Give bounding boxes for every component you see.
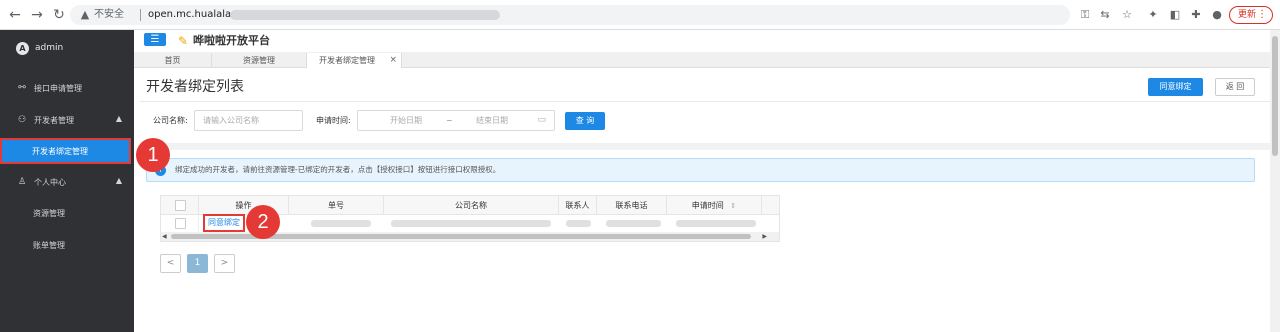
puzzle-icon[interactable]: ✚ — [1189, 8, 1203, 22]
sidebar-item-label: 开发者管理 — [34, 115, 74, 125]
page-number-button[interactable]: 1 — [187, 254, 208, 273]
next-page-button[interactable]: > — [214, 254, 235, 273]
logo-icon: ✎ — [178, 34, 189, 48]
page-title: 开发者绑定列表 — [146, 79, 244, 95]
company-input[interactable]: 请输入公司名称 — [194, 110, 303, 131]
column-header-sortable[interactable]: 申请时间 ⇕ — [667, 196, 762, 215]
user-menu[interactable]: A admin — [16, 40, 63, 56]
chevron-up-icon: ▲ — [115, 176, 122, 185]
column-header-label: 申请时间 — [691, 201, 724, 210]
back-button[interactable]: 返 回 — [1215, 78, 1255, 96]
chevron-up-icon: ▲ — [115, 114, 122, 123]
notice-text: 绑定成功的开发者，请前往资源管理-已绑定的开发者，点击【授权接口】按钮进行接口权… — [175, 165, 501, 174]
sidebar-item-resources[interactable]: 资源管理 — [0, 202, 134, 224]
apply-time-label: 申请时间: — [316, 116, 351, 125]
redacted-cell — [391, 220, 551, 227]
row-checkbox[interactable] — [175, 218, 186, 229]
avatar: A — [16, 41, 29, 55]
calendar-icon: ▭ — [537, 115, 546, 125]
sidebar-item-developer-binding[interactable]: 开发者绑定管理 — [0, 138, 131, 164]
user-icon: ♙ — [17, 177, 27, 187]
username: admin — [35, 43, 64, 53]
range-separator: ~ — [446, 116, 453, 125]
end-date: 结束日期 — [476, 116, 508, 125]
sidebar-item-label: 接口申请管理 — [34, 83, 82, 93]
sidebar: A admin ⚯ 接口申请管理 ⚇ 开发者管理 ▲ 开发者绑定管理 ♙ 个人中… — [0, 30, 134, 332]
row-select-cell — [161, 215, 199, 232]
sidebar-item-label: 账单管理 — [33, 240, 65, 250]
scroll-thumb[interactable] — [1272, 36, 1278, 156]
info-notice: i 绑定成功的开发者，请前往资源管理-已绑定的开发者，点击【授权接口】按钮进行接… — [146, 158, 1255, 182]
tab-developer-binding[interactable]: 开发者绑定管理 × — [307, 53, 402, 68]
divider — [140, 143, 1270, 150]
sidebar-item-label: 资源管理 — [33, 208, 65, 218]
update-button[interactable]: 更新 ⋮ — [1229, 6, 1273, 24]
link-icon: ⚯ — [18, 83, 26, 93]
reload-icon[interactable]: ↻ — [50, 6, 68, 24]
platform-title: 哗啦啦开放平台 — [193, 34, 270, 47]
scroll-left-icon[interactable]: ◀ — [162, 232, 167, 241]
prev-page-button[interactable]: < — [160, 254, 181, 273]
divider — [140, 101, 1270, 102]
back-arrow-icon[interactable]: ← — [6, 6, 24, 24]
close-icon[interactable]: × — [389, 53, 397, 68]
tab-resources[interactable]: 资源管理 — [212, 53, 307, 68]
redacted-cell — [606, 220, 661, 227]
profile-icon[interactable]: ● — [1210, 8, 1224, 22]
extension-icon[interactable]: ◧ — [1168, 8, 1182, 22]
tab-label: 首页 — [164, 56, 181, 65]
url-separator — [140, 9, 141, 21]
redacted-cell — [566, 220, 591, 227]
redacted-cell — [676, 220, 756, 227]
update-label: 更新 — [1238, 10, 1257, 20]
sidebar-item-api-apply[interactable]: ⚯ 接口申请管理 — [0, 77, 134, 99]
query-button[interactable]: 查 询 — [565, 112, 605, 130]
company-label: 公司名称: — [153, 116, 188, 125]
date-range-picker[interactable]: 开始日期 ~ 结束日期 ▭ — [357, 110, 555, 131]
column-header: 联系人 — [559, 196, 597, 215]
sidebar-item-billing[interactable]: 账单管理 — [0, 234, 134, 256]
star-icon[interactable]: ☆ — [1120, 8, 1134, 22]
top-header: ☰ ✎ 哗啦啦开放平台 — [134, 30, 1274, 52]
scroll-right-icon[interactable]: ▶ — [762, 232, 767, 241]
select-all-cell — [161, 196, 199, 215]
forward-arrow-icon[interactable]: → — [28, 6, 46, 24]
insecure-label: 不安全 — [94, 9, 124, 20]
column-header: 单号 — [289, 196, 384, 215]
extension-icon[interactable]: ✦ — [1146, 8, 1160, 22]
translate-icon[interactable]: ⇆ — [1098, 8, 1112, 22]
tab-label: 资源管理 — [243, 56, 275, 65]
tab-home[interactable]: 首页 — [134, 53, 212, 68]
sidebar-item-developer[interactable]: ⚇ 开发者管理 ▲ — [0, 109, 134, 131]
sidebar-item-label: 个人中心 — [34, 177, 66, 187]
tab-bar: 首页 资源管理 开发者绑定管理 × — [134, 52, 1274, 68]
step-marker: 2 — [246, 205, 280, 239]
address-bar[interactable]: ▲ 不安全 open.mc.hualala.con — [70, 5, 1070, 25]
browser-toolbar: ← → ↻ ▲ 不安全 open.mc.hualala.con ⚿ ⇆ ☆ ✦ … — [0, 0, 1280, 30]
step-marker: 1 — [136, 138, 170, 172]
users-icon: ⚇ — [17, 115, 27, 125]
menu-toggle-icon[interactable]: ☰ — [144, 33, 166, 46]
apply-bind-button[interactable]: 同意绑定 — [1148, 78, 1203, 96]
sidebar-item-personal[interactable]: ♙ 个人中心 ▲ — [0, 171, 134, 193]
key-icon[interactable]: ⚿ — [1078, 8, 1092, 22]
start-date: 开始日期 — [390, 116, 422, 125]
url-redacted — [230, 10, 500, 20]
column-header: 公司名称 — [384, 196, 559, 215]
tab-label: 开发者绑定管理 — [319, 56, 375, 65]
warning-icon: ▲ — [80, 8, 90, 21]
approve-bind-link[interactable]: 同意绑定 — [203, 214, 245, 232]
more-icon: ⋮ — [1257, 9, 1267, 20]
vertical-scrollbar[interactable] — [1270, 30, 1280, 332]
select-all-checkbox[interactable] — [175, 200, 186, 211]
column-header: 联系电话 — [597, 196, 667, 215]
sidebar-item-label: 开发者绑定管理 — [32, 146, 88, 156]
sort-icon[interactable]: ⇕ — [730, 202, 736, 210]
redacted-cell — [311, 220, 371, 227]
